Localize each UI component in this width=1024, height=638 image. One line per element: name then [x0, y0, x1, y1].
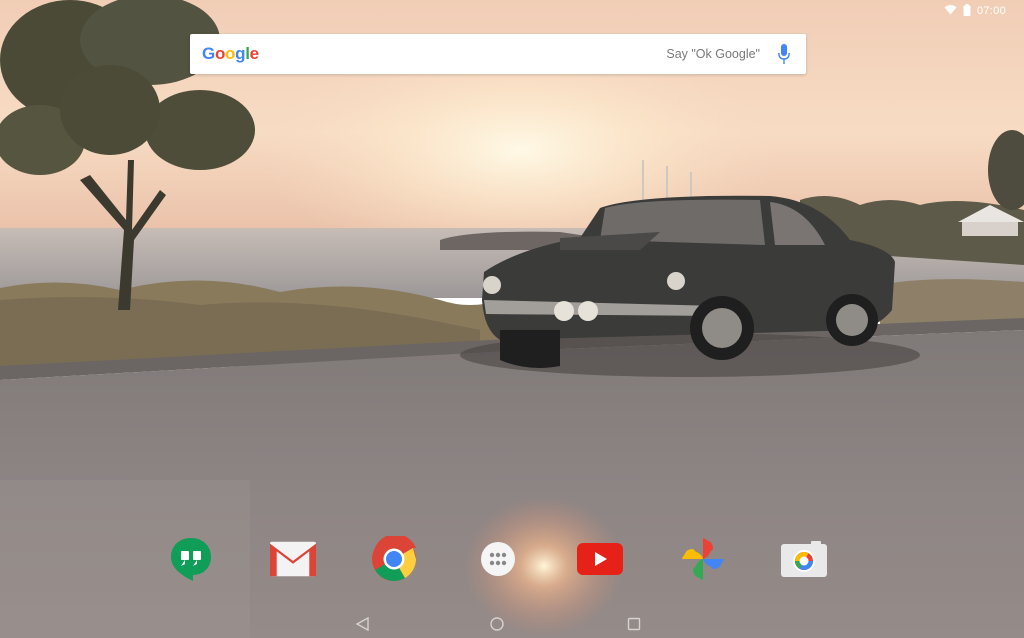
back-icon[interactable]	[352, 614, 372, 634]
home-icon[interactable]	[487, 614, 507, 634]
app-drawer-icon[interactable]	[475, 536, 521, 582]
clock: 07:00	[976, 5, 1006, 17]
wifi-icon	[944, 4, 957, 18]
battery-icon	[963, 3, 971, 19]
google-logo: Google	[202, 44, 259, 64]
photos-icon[interactable]	[680, 536, 726, 582]
google-letter: e	[249, 44, 259, 63]
google-letter: o	[225, 44, 236, 63]
hangouts-icon[interactable]	[168, 536, 214, 582]
recents-icon[interactable]	[624, 614, 644, 634]
camera-icon[interactable]	[781, 536, 827, 582]
voice-search-hint: Say "Ok Google"	[666, 47, 760, 61]
status-bar: 07:00	[824, 0, 1024, 22]
chrome-icon[interactable]	[371, 536, 417, 582]
google-letter: o	[214, 44, 226, 63]
google-letter: G	[202, 44, 215, 63]
google-search-bar[interactable]: Google Say "Ok Google"	[190, 34, 806, 74]
google-letter: g	[235, 44, 246, 63]
youtube-icon[interactable]	[577, 536, 623, 582]
mic-icon[interactable]	[776, 43, 792, 65]
gmail-icon[interactable]	[270, 536, 316, 582]
